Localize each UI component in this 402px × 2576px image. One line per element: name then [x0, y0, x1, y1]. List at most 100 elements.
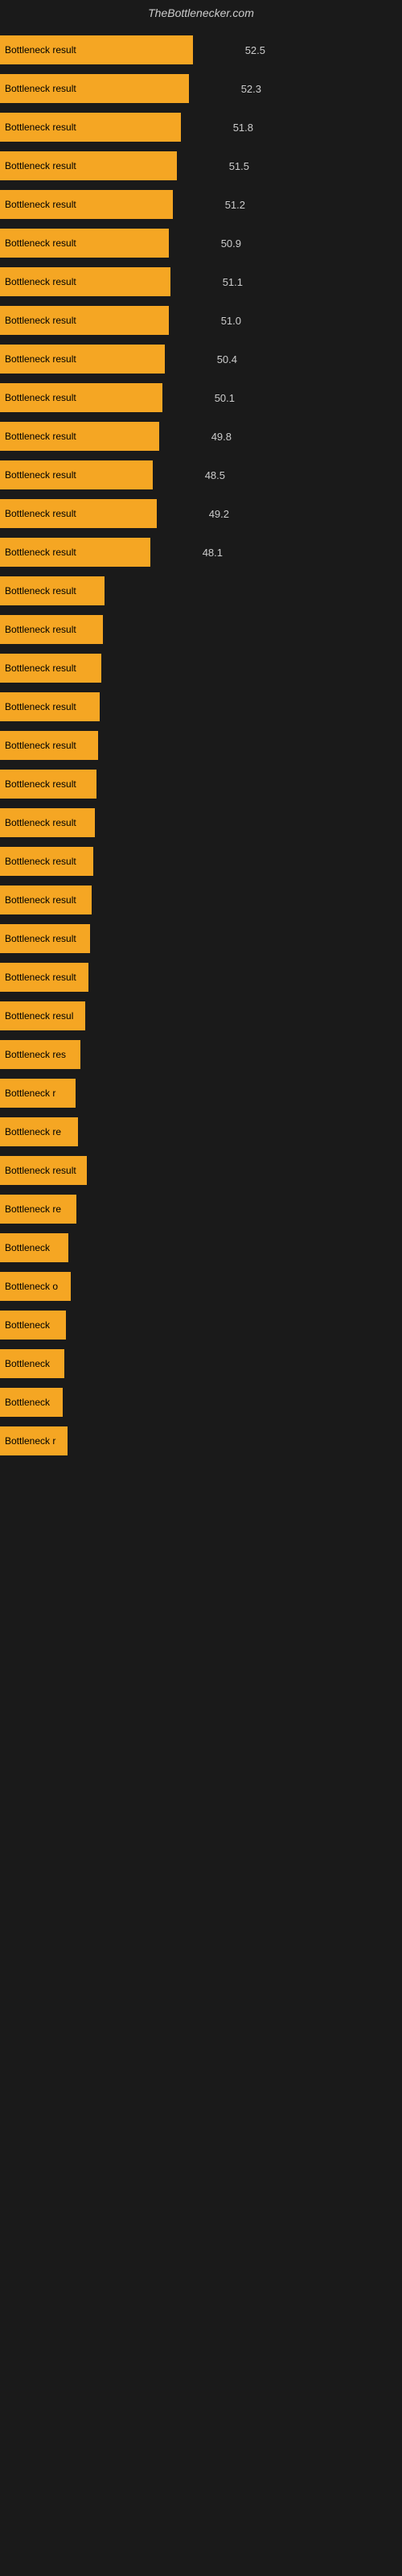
- bar-row: Bottleneck: [0, 1344, 402, 1383]
- bar-label: Bottleneck result: [5, 701, 76, 712]
- bar-row: Bottleneck result 51.5: [0, 147, 402, 185]
- bar-fill: Bottleneck: [0, 1349, 64, 1378]
- bar-row: Bottleneck re: [0, 1190, 402, 1228]
- bar-row: Bottleneck result52.3: [0, 69, 402, 108]
- bar-row: Bottleneck result 50.4: [0, 340, 402, 378]
- bar-row: Bottleneck result 48.5: [0, 456, 402, 494]
- bar-row: Bottleneck result: [0, 881, 402, 919]
- bar-row: Bottleneck result 50.1: [0, 378, 402, 417]
- bar-fill: Bottleneck result: [0, 383, 162, 412]
- bar-label: Bottleneck: [5, 1242, 50, 1253]
- bar-fill: Bottleneck result: [0, 924, 90, 953]
- bar-row: Bottleneck resul: [0, 997, 402, 1035]
- bar-fill: Bottleneck result: [0, 886, 92, 914]
- bar-row: Bottleneck result 52.5: [0, 31, 402, 69]
- bar-label: Bottleneck o: [5, 1281, 58, 1292]
- bar-row: Bottleneck result 49.2: [0, 494, 402, 533]
- bar-label: Bottleneck resul: [5, 1010, 73, 1022]
- bar-value: 52.5: [245, 44, 265, 56]
- bar-label: Bottleneck: [5, 1319, 50, 1331]
- bar-row: Bottleneck result49.8: [0, 417, 402, 456]
- bar-row: Bottleneck: [0, 1228, 402, 1267]
- bar-value: 50.4: [217, 353, 237, 365]
- bar-label: Bottleneck result: [5, 44, 76, 56]
- site-title: TheBottlenecker.com: [0, 0, 402, 23]
- bar-label: Bottleneck result: [5, 237, 76, 249]
- bar-label: Bottleneck result: [5, 83, 76, 94]
- bar-row: Bottleneck result: [0, 958, 402, 997]
- bar-fill: Bottleneck result: [0, 692, 100, 721]
- bar-fill: Bottleneck res: [0, 1040, 80, 1069]
- bar-label: Bottleneck re: [5, 1203, 61, 1215]
- bar-label: Bottleneck r: [5, 1435, 55, 1447]
- bar-value: 51.5: [229, 160, 249, 172]
- bar-value: 49.2: [209, 508, 229, 520]
- bar-row: Bottleneck result 51.1: [0, 262, 402, 301]
- bar-label: Bottleneck result: [5, 276, 76, 287]
- bar-label: Bottleneck result: [5, 933, 76, 944]
- bar-row: Bottleneck result: [0, 1151, 402, 1190]
- bar-fill: Bottleneck result: [0, 963, 88, 992]
- bar-fill: Bottleneck result: [0, 731, 98, 760]
- bar-label: Bottleneck result: [5, 740, 76, 751]
- bar-row: Bottleneck result: [0, 572, 402, 610]
- bar-row: Bottleneck r: [0, 1074, 402, 1113]
- bar-fill: Bottleneck result: [0, 1156, 87, 1185]
- bar-label: Bottleneck res: [5, 1049, 66, 1060]
- bar-row: Bottleneck result: [0, 842, 402, 881]
- bar-row: Bottleneck r: [0, 1422, 402, 1460]
- bar-row: Bottleneck result 50.9: [0, 224, 402, 262]
- bar-fill: Bottleneck result: [0, 847, 93, 876]
- bar-fill: Bottleneck o: [0, 1272, 71, 1301]
- bar-value: 51.1: [223, 276, 243, 288]
- bar-row: Bottleneck re: [0, 1113, 402, 1151]
- bar-fill: Bottleneck result: [0, 808, 95, 837]
- bar-label: Bottleneck result: [5, 624, 76, 635]
- bar-value: 50.1: [215, 392, 235, 404]
- bar-label: Bottleneck result: [5, 353, 76, 365]
- bar-fill: Bottleneck result: [0, 345, 165, 374]
- bar-label: Bottleneck re: [5, 1126, 61, 1137]
- bar-value: 51.0: [221, 315, 241, 327]
- bar-value: 50.9: [221, 237, 241, 250]
- bar-fill: Bottleneck result: [0, 306, 169, 335]
- bar-row: Bottleneck: [0, 1306, 402, 1344]
- bar-fill: Bottleneck r: [0, 1426, 68, 1455]
- bar-fill: Bottleneck result: [0, 35, 193, 64]
- bar-fill: Bottleneck result: [0, 229, 169, 258]
- bar-fill: Bottleneck: [0, 1311, 66, 1340]
- bar-fill: Bottleneck resul: [0, 1001, 85, 1030]
- bar-fill: Bottleneck result: [0, 499, 157, 528]
- bar-fill: Bottleneck result: [0, 460, 153, 489]
- bar-row: Bottleneck result: [0, 765, 402, 803]
- bar-label: Bottleneck result: [5, 856, 76, 867]
- bar-label: Bottleneck result: [5, 1165, 76, 1176]
- bar-row: Bottleneck o: [0, 1267, 402, 1306]
- bar-row: Bottleneck result48.1: [0, 533, 402, 572]
- bar-label: Bottleneck result: [5, 392, 76, 403]
- bar-fill: Bottleneck result: [0, 615, 103, 644]
- bar-label: Bottleneck result: [5, 315, 76, 326]
- bar-fill: Bottleneck result: [0, 576, 105, 605]
- bar-value: 49.8: [211, 431, 232, 443]
- bar-label: Bottleneck r: [5, 1088, 55, 1099]
- bar-label: Bottleneck result: [5, 547, 76, 558]
- bars-container: Bottleneck result 52.5 Bottleneck result52…: [0, 23, 402, 1468]
- bar-label: Bottleneck result: [5, 508, 76, 519]
- bar-fill: Bottleneck result: [0, 190, 173, 219]
- bar-label: Bottleneck result: [5, 122, 76, 133]
- bar-row: Bottleneck result: [0, 610, 402, 649]
- bar-row: Bottleneck result: [0, 726, 402, 765]
- bar-label: Bottleneck result: [5, 199, 76, 210]
- bar-label: Bottleneck result: [5, 778, 76, 790]
- bar-label: Bottleneck: [5, 1358, 50, 1369]
- bar-fill: Bottleneck result: [0, 113, 181, 142]
- bar-fill: Bottleneck result: [0, 654, 101, 683]
- bar-label: Bottleneck result: [5, 972, 76, 983]
- bar-row: Bottleneck result: [0, 687, 402, 726]
- bar-label: Bottleneck result: [5, 585, 76, 597]
- bar-label: Bottleneck: [5, 1397, 50, 1408]
- bar-label: Bottleneck result: [5, 160, 76, 171]
- bar-row: Bottleneck result51.8: [0, 108, 402, 147]
- bar-value: 48.5: [205, 469, 225, 481]
